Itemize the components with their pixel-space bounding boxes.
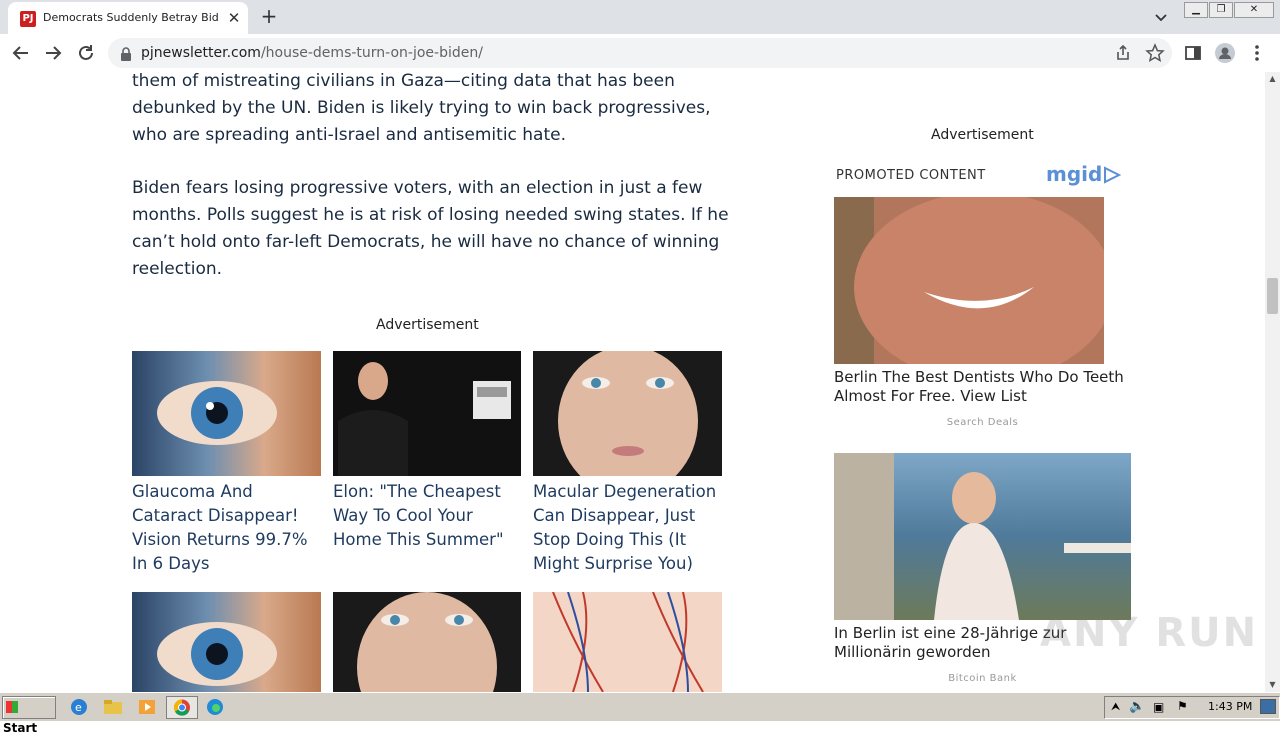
tab-close-icon[interactable]: ✕ <box>225 9 243 27</box>
reload-icon[interactable] <box>75 42 97 64</box>
url-domain: pjnewsletter.com <box>141 45 261 61</box>
ad-card-title[interactable]: Macular Degeneration Can Disappear, Just… <box>533 480 723 576</box>
url-text: pjnewsletter.com/house-dems-turn-on-joe-… <box>141 45 483 61</box>
page-content: them of mistreating civilians in Gaza—ci… <box>0 72 1265 692</box>
action-center-flag-icon[interactable]: ⚑ <box>1177 699 1188 713</box>
windows-taskbar: Start e ⮝ 🔈 ▣ ⚑ 1:43 PM <box>0 692 1280 735</box>
article-paragraph: Biden fears losing progressive voters, w… <box>132 178 729 279</box>
adchoices-icon[interactable] <box>1102 166 1122 188</box>
sidebar-ad-title[interactable]: Berlin The Best Dentists Who Do Teeth Al… <box>834 368 1134 406</box>
taskbar-clock[interactable]: 1:43 PM <box>1208 700 1252 713</box>
volume-icon[interactable]: 🔈 <box>1129 699 1145 714</box>
sidebar-advertisement-label: Advertisement <box>931 127 1034 143</box>
bookmark-star-icon[interactable] <box>1144 42 1166 64</box>
ad-card-title[interactable]: Glaucoma And Cataract Disappear! Vision … <box>132 480 322 576</box>
internet-explorer-icon[interactable]: e <box>68 697 90 717</box>
restore-button[interactable]: ❐ <box>1209 2 1233 18</box>
back-arrow-icon[interactable] <box>10 42 32 64</box>
network-icon[interactable]: ▣ <box>1153 700 1164 714</box>
scroll-down-arrow-icon[interactable]: ▼ <box>1265 678 1280 692</box>
forward-arrow-icon[interactable] <box>42 42 64 64</box>
ad-image-man-with-cooler[interactable] <box>333 351 521 476</box>
show-desktop-icon[interactable] <box>1260 699 1276 714</box>
url-path: /house-dems-turn-on-joe-biden/ <box>260 45 483 61</box>
kebab-menu-icon[interactable] <box>1246 42 1268 64</box>
sidebar-ad-image-smile[interactable] <box>834 197 1131 364</box>
browser-toolbar: pjnewsletter.com/house-dems-turn-on-joe-… <box>0 34 1280 73</box>
windows-flag-icon <box>6 701 18 713</box>
sidebar-ad-source[interactable]: Search Deals <box>834 417 1131 428</box>
ad-image-eye[interactable] <box>132 351 321 476</box>
ad-image-woman-face[interactable] <box>533 351 722 476</box>
tab-search-chevron-icon[interactable] <box>1152 8 1170 26</box>
svg-text:e: e <box>75 701 82 714</box>
system-tray: ⮝ 🔈 ▣ ⚑ <box>1104 696 1280 719</box>
file-explorer-icon[interactable] <box>102 697 124 717</box>
new-tab-button[interactable]: + <box>258 6 280 28</box>
tray-expand-icon[interactable]: ⮝ <box>1111 700 1120 714</box>
scroll-up-arrow-icon[interactable]: ▲ <box>1265 72 1280 86</box>
ad-image-leg-veins[interactable] <box>533 592 722 692</box>
anyrun-watermark: ANY RUN <box>1040 610 1259 656</box>
start-button[interactable]: Start <box>2 696 56 735</box>
sidebar-ad-image-woman[interactable] <box>834 453 1131 620</box>
page-scrollbar[interactable]: ▲ ▼ <box>1265 72 1280 692</box>
lock-icon[interactable] <box>120 46 132 61</box>
chrome-taskbar-button[interactable] <box>166 696 198 719</box>
edge-icon[interactable] <box>204 697 226 717</box>
minimize-button[interactable]: ▁ <box>1184 2 1208 18</box>
tab-title: Democrats Suddenly Betray Biden o <box>43 11 219 24</box>
site-favicon-icon: PJ <box>20 11 36 27</box>
promoted-content-label: PROMOTED CONTENT <box>836 168 986 183</box>
active-tab[interactable]: PJ Democrats Suddenly Betray Biden o ✕ <box>8 2 248 34</box>
article-paragraph: them of mistreating civilians in Gaza—ci… <box>132 72 711 145</box>
media-player-icon[interactable] <box>136 697 158 717</box>
tab-strip: PJ Democrats Suddenly Betray Biden o ✕ +… <box>0 0 1280 34</box>
close-window-button[interactable]: ✕ <box>1234 2 1274 18</box>
share-icon[interactable] <box>1112 42 1134 64</box>
mgid-logo[interactable]: mgid <box>1046 162 1102 186</box>
ad-image-eye[interactable] <box>132 592 321 692</box>
advertisement-label: Advertisement <box>376 317 479 333</box>
side-panel-icon[interactable] <box>1182 42 1204 64</box>
address-bar[interactable]: pjnewsletter.com/house-dems-turn-on-joe-… <box>108 38 1172 68</box>
sidebar-ad-source[interactable]: Bitcoin Bank <box>834 673 1131 684</box>
start-label: Start <box>3 721 38 735</box>
ad-card-title[interactable]: Elon: "The Cheapest Way To Cool Your Hom… <box>333 480 523 552</box>
ad-image-woman-face[interactable] <box>333 592 521 692</box>
profile-avatar-icon[interactable] <box>1214 42 1236 64</box>
scroll-thumb[interactable] <box>1267 278 1278 314</box>
